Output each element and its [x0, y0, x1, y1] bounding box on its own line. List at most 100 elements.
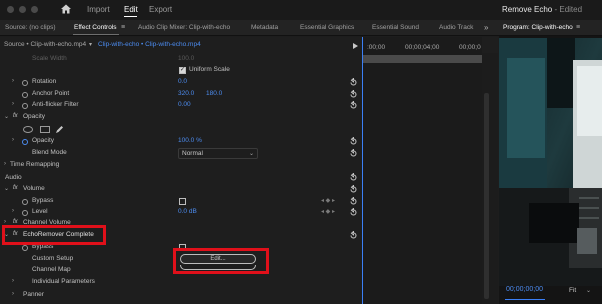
- chevron-right-icon[interactable]: ›: [12, 101, 14, 107]
- chevron-right-icon[interactable]: ›: [12, 137, 14, 143]
- reset-icon[interactable]: [349, 137, 358, 146]
- stopwatch-icon[interactable]: [22, 199, 28, 205]
- chevron-down-icon[interactable]: ⌄: [4, 113, 9, 120]
- zoom-dropdown[interactable]: Fit: [569, 287, 576, 294]
- channel-map-label: Channel Map: [32, 266, 71, 273]
- reset-icon[interactable]: [349, 78, 358, 87]
- uniform-scale-checkbox[interactable]: [179, 66, 186, 74]
- blend-mode-row: Blend Mode Normal ⌄: [0, 148, 362, 160]
- opacity-value[interactable]: 100.0 %: [178, 137, 202, 144]
- blend-mode-label: Blend Mode: [32, 149, 67, 156]
- blend-mode-value: Normal: [182, 150, 203, 157]
- tab-effect-controls[interactable]: Effect Controls: [74, 24, 117, 31]
- level-value[interactable]: 0.0 dB: [178, 208, 197, 215]
- individual-parameters-section[interactable]: › Individual Parameters: [0, 277, 362, 289]
- rotation-row: › Rotation 0.0: [0, 77, 362, 89]
- play-icon[interactable]: [353, 43, 358, 49]
- scale-width-value: 100.0: [178, 55, 195, 62]
- audio-header: Audio: [0, 172, 362, 184]
- rotation-label: Rotation: [32, 78, 57, 85]
- tab-program[interactable]: Program: Clip-with-echo: [503, 24, 573, 31]
- time-remapping-label: Time Remapping: [10, 161, 60, 168]
- menu-export[interactable]: Export: [149, 5, 172, 14]
- source-bar: Source • Clip-with-echo.mp4 ▾ Clip-with-…: [0, 37, 362, 53]
- anti-flicker-row: › Anti-flicker Filter 0.00: [0, 100, 362, 112]
- anchor-point-y[interactable]: 180.0: [206, 90, 222, 97]
- anchor-point-x[interactable]: 320.0: [178, 90, 194, 97]
- individual-parameters-label: Individual Parameters: [32, 278, 95, 285]
- keyframe-nav[interactable]: ◂ ◆ ▸: [321, 197, 335, 204]
- fx-badge[interactable]: fx: [13, 113, 18, 119]
- opacity-section[interactable]: ⌄ fx Opacity: [0, 112, 362, 124]
- volume-section[interactable]: ⌄ fx Volume: [0, 184, 362, 196]
- keyframe-nav[interactable]: ◂ ◆ ▸: [321, 208, 335, 215]
- rotation-value[interactable]: 0.0: [178, 78, 187, 85]
- menu-edit-underline: [124, 16, 137, 17]
- clip-bar[interactable]: [362, 55, 482, 63]
- tab-essential-sound[interactable]: Essential Sound: [372, 24, 419, 31]
- zoom-window-button[interactable]: [31, 6, 38, 13]
- ellipse-mask-icon[interactable]: [23, 126, 33, 133]
- time-remapping-section[interactable]: › Time Remapping: [0, 160, 362, 172]
- program-time-bar[interactable]: [505, 299, 545, 300]
- chevron-down-icon[interactable]: ⌄: [586, 287, 591, 294]
- effect-controls-menu-icon[interactable]: ≡: [121, 24, 125, 31]
- menu-edit[interactable]: Edit: [124, 5, 138, 14]
- blend-mode-dropdown[interactable]: Normal ⌄: [178, 148, 258, 159]
- reset-icon[interactable]: [349, 101, 358, 110]
- stopwatch-icon[interactable]: [22, 139, 28, 145]
- anti-flicker-label: Anti-flicker Filter: [32, 101, 79, 108]
- tab-audio-clip-mixer[interactable]: Audio Clip Mixer: Clip-with-echo: [138, 24, 230, 31]
- rectangle-mask-icon[interactable]: [40, 126, 50, 133]
- reset-icon[interactable]: [349, 90, 358, 99]
- stopwatch-icon[interactable]: [22, 103, 28, 109]
- project-name: Remove Echo: [502, 5, 553, 14]
- chevron-down-icon[interactable]: ⌄: [4, 185, 9, 192]
- fx-badge[interactable]: fx: [13, 185, 18, 191]
- program-menu-icon[interactable]: ≡: [576, 24, 580, 31]
- tab-source[interactable]: Source: (no clips): [5, 24, 56, 31]
- audio-header-label: Audio: [5, 174, 22, 181]
- playhead[interactable]: [362, 37, 363, 304]
- scale-width-label: Scale Width: [32, 55, 67, 62]
- chevron-right-icon[interactable]: ›: [12, 78, 14, 84]
- reset-icon[interactable]: [349, 149, 358, 158]
- anchor-point-label: Anchor Point: [32, 90, 70, 97]
- chevron-right-icon[interactable]: ›: [12, 291, 14, 297]
- reset-icon[interactable]: [349, 231, 358, 240]
- mask-tools-row: [0, 124, 362, 136]
- home-icon[interactable]: [60, 3, 72, 15]
- stopwatch-icon[interactable]: [22, 80, 28, 86]
- scrollbar-thumb[interactable]: [484, 93, 489, 299]
- reset-icon[interactable]: [349, 185, 358, 194]
- panner-section[interactable]: › Panner: [0, 290, 362, 302]
- tab-audio-track[interactable]: Audio Track: [439, 24, 473, 31]
- chevron-right-icon[interactable]: ›: [4, 161, 6, 167]
- close-window-button[interactable]: [7, 6, 14, 13]
- more-tabs-icon[interactable]: »: [484, 23, 488, 32]
- chevron-right-icon[interactable]: ›: [12, 278, 14, 284]
- pen-mask-icon[interactable]: [55, 125, 64, 134]
- stopwatch-icon[interactable]: [22, 92, 28, 98]
- anti-flicker-value[interactable]: 0.00: [178, 101, 191, 108]
- chevron-right-icon[interactable]: ›: [12, 208, 14, 214]
- chevron-down-icon[interactable]: ▾: [89, 41, 92, 48]
- bypass-checkbox[interactable]: [179, 198, 186, 205]
- opacity-row: › Opacity 100.0 %: [0, 136, 362, 148]
- ruler-start: :00;00: [367, 44, 386, 51]
- reset-icon[interactable]: [349, 173, 358, 182]
- uniform-scale-row: Uniform Scale: [0, 65, 362, 77]
- effect-timeline[interactable]: :00;00 00;00;04;00 00;00;0: [362, 37, 482, 304]
- program-timecode[interactable]: 00;00;00;00: [506, 286, 543, 293]
- minimize-window-button[interactable]: [19, 6, 26, 13]
- tab-metadata[interactable]: Metadata: [251, 24, 278, 31]
- reset-icon[interactable]: [349, 208, 358, 217]
- menu-import[interactable]: Import: [87, 5, 110, 14]
- sequence-clip-label[interactable]: Clip-with-echo • Clip-with-echo.mp4: [98, 41, 201, 48]
- tab-essential-graphics[interactable]: Essential Graphics: [300, 24, 354, 31]
- stopwatch-icon[interactable]: [22, 245, 28, 251]
- stopwatch-icon[interactable]: [22, 210, 28, 216]
- tab-effect-controls-underline: [73, 34, 119, 35]
- program-video-frame[interactable]: [499, 38, 602, 286]
- reset-icon[interactable]: [349, 197, 358, 206]
